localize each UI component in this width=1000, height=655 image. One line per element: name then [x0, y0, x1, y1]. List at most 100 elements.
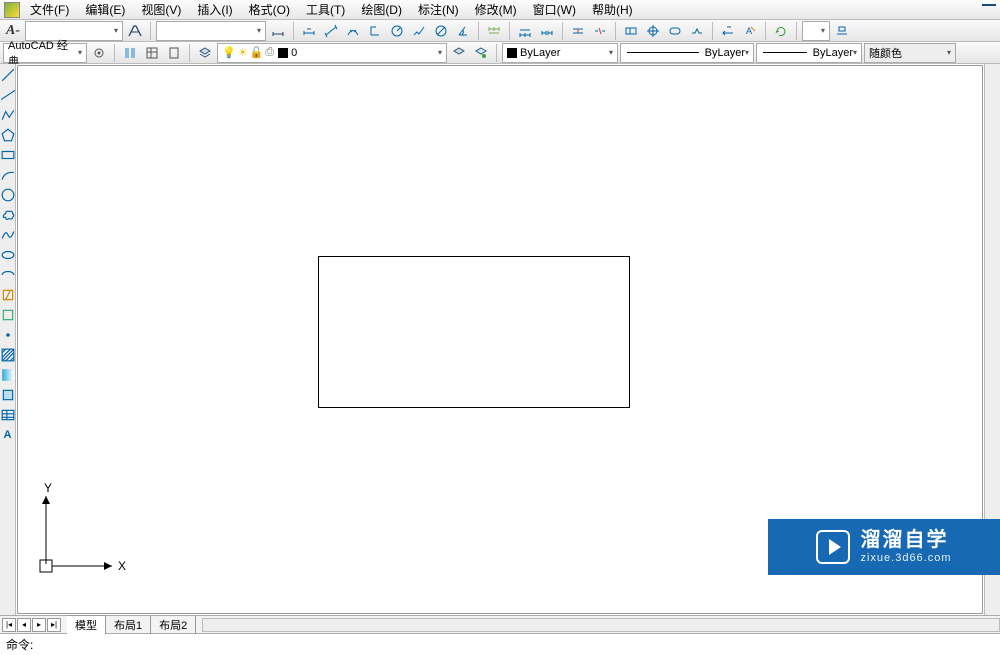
tab-first-icon[interactable]: |◂ [2, 618, 16, 632]
polyline-icon[interactable] [1, 108, 15, 122]
line-icon[interactable] [1, 68, 15, 82]
ellipse-icon[interactable] [1, 248, 15, 262]
rectangle-icon[interactable] [1, 148, 15, 162]
menu-insert[interactable]: 插入(I) [191, 0, 238, 20]
linear-dim-icon[interactable] [299, 21, 319, 41]
watermark-subtitle: zixue.3d66.com [860, 552, 951, 565]
gradient-icon[interactable] [1, 368, 15, 382]
insert-block-icon[interactable] [1, 288, 15, 302]
layer-color-swatch [278, 48, 288, 58]
spline-icon[interactable] [1, 228, 15, 242]
divider [509, 22, 510, 40]
menu-window[interactable]: 窗口(W) [527, 0, 582, 20]
plotstyle-label: 随颜色 [869, 45, 902, 61]
layer-dropdown[interactable]: 💡 ☀ 🔓 ⎙ 0 ▾ [217, 43, 447, 63]
menu-draw[interactable]: 绘图(D) [355, 0, 408, 20]
menu-modify[interactable]: 修改(M) [469, 0, 523, 20]
table-icon[interactable] [1, 408, 15, 422]
polygon-icon[interactable] [1, 128, 15, 142]
aligned-dim-icon[interactable] [321, 21, 341, 41]
dimedit-icon[interactable] [718, 21, 738, 41]
sheetset-icon[interactable] [164, 43, 184, 63]
circle-icon[interactable] [1, 188, 15, 202]
region-icon[interactable] [1, 388, 15, 402]
tab-layout2[interactable]: 布局2 [151, 616, 196, 634]
diameter-dim-icon[interactable] [431, 21, 451, 41]
bulb-icon: 💡 [222, 46, 236, 59]
lineweight-dropdown[interactable]: ByLayer ▾ [756, 43, 862, 63]
color-label: ByLayer [520, 47, 560, 59]
dimbreak-icon[interactable] [590, 21, 610, 41]
layers-manager-icon[interactable] [195, 43, 215, 63]
menu-view[interactable]: 视图(V) [135, 0, 187, 20]
centermark-icon[interactable] [643, 21, 663, 41]
menu-file[interactable]: 文件(F) [24, 0, 75, 20]
horizontal-scrollbar[interactable] [202, 618, 1000, 632]
tab-last-icon[interactable]: ▸| [47, 618, 61, 632]
radius-dim-icon[interactable] [387, 21, 407, 41]
tolerance-icon[interactable] [621, 21, 641, 41]
color-swatch [507, 48, 517, 58]
divider [293, 22, 294, 40]
command-line[interactable]: 命令: [0, 633, 1000, 655]
make-block-icon[interactable] [1, 308, 15, 322]
menu-tools[interactable]: 工具(T) [300, 0, 351, 20]
drawn-rectangle [318, 256, 630, 408]
minimize-icon[interactable] [982, 4, 996, 6]
arc-icon[interactable] [1, 168, 15, 182]
hatch-icon[interactable] [1, 348, 15, 362]
workspace-settings-icon[interactable] [89, 43, 109, 63]
menu-bar: 文件(F) 编辑(E) 视图(V) 插入(I) 格式(O) 工具(T) 绘图(D… [0, 0, 1000, 20]
propertiespanel-icon[interactable] [142, 43, 162, 63]
menu-help[interactable]: 帮助(H) [586, 0, 639, 20]
dimspace-icon[interactable] [568, 21, 588, 41]
lineweight-label: ByLayer [813, 47, 853, 59]
baseline-dim-icon[interactable] [515, 21, 535, 41]
revcloud-icon[interactable] [1, 208, 15, 222]
angular-dim-icon[interactable] [453, 21, 473, 41]
ellipse-arc-icon[interactable] [1, 268, 15, 282]
dim-style-dropdown[interactable]: ▾ [156, 21, 266, 41]
tab-next-icon[interactable]: ▸ [32, 618, 46, 632]
lineweight-sample [763, 52, 807, 53]
mtext-icon[interactable] [125, 21, 145, 41]
dimstyle-manage-icon[interactable] [832, 21, 852, 41]
tab-model[interactable]: 模型 [67, 615, 106, 634]
tab-layout1[interactable]: 布局1 [106, 616, 151, 634]
menu-dim[interactable]: 标注(N) [412, 0, 465, 20]
layerstate-icon[interactable] [471, 43, 491, 63]
toolbar-dimension: A- ▾ ▾ A ▾ [0, 20, 1000, 42]
divider [478, 22, 479, 40]
divider [114, 44, 115, 62]
layerprev-icon[interactable] [449, 43, 469, 63]
jogged-dim-icon[interactable] [409, 21, 429, 41]
linetype-dropdown[interactable]: ByLayer ▾ [620, 43, 754, 63]
joglinear-icon[interactable] [687, 21, 707, 41]
draw-toolbar: A [0, 64, 16, 615]
mtext-tool-icon[interactable]: A [1, 428, 15, 442]
ordinate-dim-icon[interactable] [365, 21, 385, 41]
dimstyle-icon[interactable] [268, 21, 288, 41]
arc-dim-icon[interactable] [343, 21, 363, 41]
divider [615, 22, 616, 40]
toolpalettes-icon[interactable] [120, 43, 140, 63]
quick-dim-icon[interactable] [484, 21, 504, 41]
continue-dim-icon[interactable] [537, 21, 557, 41]
point-icon[interactable] [1, 328, 15, 342]
inspect-icon[interactable] [665, 21, 685, 41]
menu-edit[interactable]: 编辑(E) [79, 0, 131, 20]
dimupdate-icon[interactable] [771, 21, 791, 41]
sun-icon: ☀ [238, 46, 248, 59]
dimtextedit-icon[interactable]: A [740, 21, 760, 41]
layer-name: 0 [291, 47, 297, 59]
menu-format[interactable]: 格式(O) [243, 0, 296, 20]
divider [189, 44, 190, 62]
color-dropdown[interactable]: ByLayer ▾ [502, 43, 618, 63]
construction-line-icon[interactable] [1, 88, 15, 102]
dim-style-current[interactable]: ▾ [802, 21, 830, 41]
tab-prev-icon[interactable]: ◂ [17, 618, 31, 632]
workspace-dropdown[interactable]: AutoCAD 经典 ▾ [3, 43, 87, 63]
plotstyle-dropdown[interactable]: 随颜色 ▾ [864, 43, 956, 63]
ucs-x-label: X [118, 559, 126, 573]
main-area: A Y X 溜溜自学 zixue.3d66.com [0, 64, 1000, 615]
